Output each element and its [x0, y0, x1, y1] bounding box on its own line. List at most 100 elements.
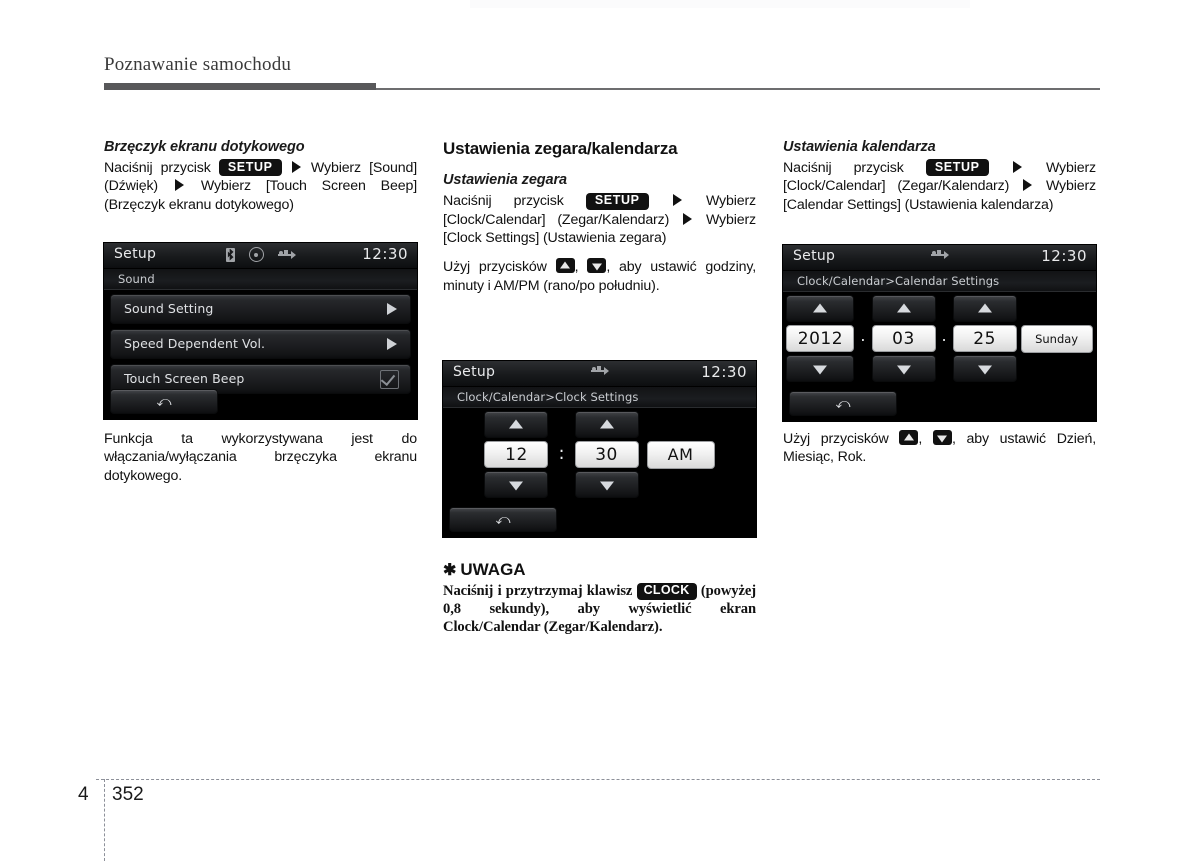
- list-item-label: Speed Dependent Vol.: [124, 336, 266, 351]
- middle-buttons-text: Użyj przycisków , , aby ustawić godziny,…: [443, 258, 756, 295]
- arrow-right-icon: [174, 179, 184, 192]
- note-title: ✱ UWAGA: [443, 560, 756, 580]
- scan-artifact: [470, 0, 970, 8]
- day-value[interactable]: 25: [952, 325, 1017, 352]
- right-column: Ustawienia kalendarza Naciśnij przycisk …: [783, 138, 1096, 214]
- note-title-label: UWAGA: [460, 560, 526, 579]
- screen-status-bar: Setup 12:30: [783, 245, 1096, 271]
- arrow-right-icon: [1012, 160, 1022, 173]
- clock-spinners: 12 : 30 AM: [443, 407, 756, 498]
- day-increment-button[interactable]: [952, 295, 1017, 322]
- header-rule-thick: [104, 83, 376, 90]
- arrow-down-button-icon: [587, 258, 607, 274]
- arrow-right-icon: [672, 194, 682, 207]
- note-body: Naciśnij i przytrzymaj klawisz CLOCK (po…: [443, 583, 756, 636]
- screen-status-bar: Setup 12:30: [443, 361, 756, 387]
- date-separator-2: .: [941, 326, 947, 345]
- left-instruction: Naciśnij przycisk SETUP Wybierz [Sound] …: [104, 159, 417, 214]
- screen-breadcrumb-label: Sound: [118, 272, 155, 286]
- middle-buttons-prefix: Użyj przycisków: [443, 259, 547, 276]
- middle-instruction: Naciśnij przycisk SETUP Wybierz [Clock/C…: [443, 192, 756, 247]
- screen-breadcrumb: Sound: [104, 269, 417, 290]
- screen-title: Setup: [114, 246, 157, 262]
- right-buttons-text: Użyj przycisków , , aby ustawić Dzień, M…: [783, 430, 1096, 467]
- month-value[interactable]: 03: [871, 325, 936, 352]
- middle-column: Ustawienia zegara/kalendarza Ustawienia …: [443, 138, 756, 295]
- screen-clock: 12:30: [701, 363, 747, 381]
- checkmark-icon[interactable]: [380, 370, 399, 389]
- weekday-holder: Sunday: [1020, 297, 1093, 381]
- arrow-right-icon: [291, 160, 301, 173]
- settings-list: Sound Setting Speed Dependent Vol. Touch…: [104, 290, 417, 394]
- uwaga-note: ✱ UWAGA Naciśnij i przytrzymaj klawisz CL…: [443, 560, 756, 637]
- chevron-right-icon: [387, 338, 397, 350]
- header-rule: [104, 83, 1100, 90]
- footer-vertical-rule: [104, 779, 105, 861]
- calendar-spinners: 2012 . 03 . 25 Sunday: [783, 291, 1096, 382]
- clock-chip: CLOCK: [636, 583, 697, 600]
- weekday-value: Sunday: [1020, 324, 1093, 353]
- comma-sep: ,: [574, 259, 579, 276]
- right-instruction-prefix: Naciśnij przycisk: [783, 159, 904, 176]
- year-value[interactable]: 2012: [786, 325, 855, 352]
- usb-icon: [277, 249, 296, 260]
- running-header: Poznawanie samochodu: [104, 55, 1100, 90]
- screen-title: Setup: [453, 364, 496, 380]
- date-separator-1: .: [860, 326, 866, 345]
- left-description: Funkcja ta wykorzystywana jest do włącza…: [104, 431, 417, 484]
- minute-increment-button[interactable]: [574, 411, 639, 438]
- month-decrement-button[interactable]: [871, 355, 936, 382]
- screen-breadcrumb: Clock/Calendar>Calendar Settings: [783, 271, 1096, 292]
- middle-subheading: Ustawienia zegara: [443, 172, 568, 189]
- meridiem-toggle[interactable]: AM: [646, 440, 715, 469]
- left-description-block: Funkcja ta wykorzystywana jest do włącza…: [104, 430, 417, 485]
- note-text-1: Naciśnij i przytrzymaj klawisz: [443, 583, 633, 600]
- page-title: Poznawanie samochodu: [104, 54, 292, 75]
- note-block: ✱ UWAGA Naciśnij i przytrzymaj klawisz CL…: [443, 560, 756, 637]
- screen-back-bar: ⤺: [449, 507, 557, 532]
- list-item-speed-dependent-vol[interactable]: Speed Dependent Vol.: [110, 329, 411, 359]
- arrow-right-icon: [1023, 179, 1033, 192]
- arrow-down-button-icon: [932, 430, 952, 445]
- screen-back-bar: ⤺: [110, 389, 218, 414]
- header-rule-thin: [376, 88, 1100, 90]
- disc-icon: [248, 247, 264, 262]
- usb-icon: [590, 365, 609, 376]
- back-button[interactable]: ⤺: [110, 389, 218, 414]
- list-item-label: Touch Screen Beep: [124, 371, 245, 386]
- screen-clock: 12:30: [362, 245, 408, 263]
- minute-decrement-button[interactable]: [574, 471, 639, 498]
- list-item-sound-setting[interactable]: Sound Setting: [110, 294, 411, 324]
- arrow-right-icon: [683, 212, 693, 225]
- screen-clock: 12:30: [1041, 247, 1087, 265]
- right-buttons-prefix: Użyj przycisków: [783, 431, 889, 447]
- year-stepper: 2012: [786, 295, 855, 382]
- footer-rule: [96, 779, 1100, 780]
- screen-breadcrumb: Clock/Calendar>Clock Settings: [443, 387, 756, 408]
- back-button[interactable]: ⤺: [449, 507, 557, 532]
- month-stepper: 03: [871, 295, 936, 382]
- minute-value[interactable]: 30: [574, 441, 639, 468]
- year-increment-button[interactable]: [786, 295, 855, 322]
- screen-status-bar: Setup 12:30: [104, 243, 417, 269]
- day-decrement-button[interactable]: [952, 355, 1017, 382]
- screenshot-calendar-settings: Setup 12:30 Clock/Calendar>Calendar Sett…: [783, 245, 1096, 421]
- middle-instruction-prefix: Naciśnij przycisk: [443, 193, 564, 210]
- screen-title: Setup: [793, 248, 836, 264]
- month-increment-button[interactable]: [871, 295, 936, 322]
- left-instruction-prefix: Naciśnij przycisk: [104, 159, 211, 176]
- arrow-up-button-icon: [555, 258, 575, 274]
- setup-chip: SETUP: [218, 159, 282, 177]
- right-instruction: Naciśnij przycisk SETUP Wybierz [Clock/C…: [783, 159, 1096, 214]
- left-heading: Brzęczyk ekranu dotykowego: [104, 139, 305, 155]
- screenshot-setup-sound: Setup 12:30 Sound Sound Setting Speed De…: [104, 243, 417, 419]
- hour-stepper: 12: [484, 411, 549, 498]
- hour-value[interactable]: 12: [484, 441, 549, 468]
- hour-decrement-button[interactable]: [484, 471, 549, 498]
- screen-breadcrumb-label: Clock/Calendar>Calendar Settings: [797, 274, 1000, 288]
- hour-increment-button[interactable]: [484, 411, 549, 438]
- day-stepper: 25: [952, 295, 1017, 382]
- minute-stepper: 30: [574, 411, 639, 498]
- year-decrement-button[interactable]: [786, 355, 855, 382]
- back-button[interactable]: ⤺: [789, 391, 897, 416]
